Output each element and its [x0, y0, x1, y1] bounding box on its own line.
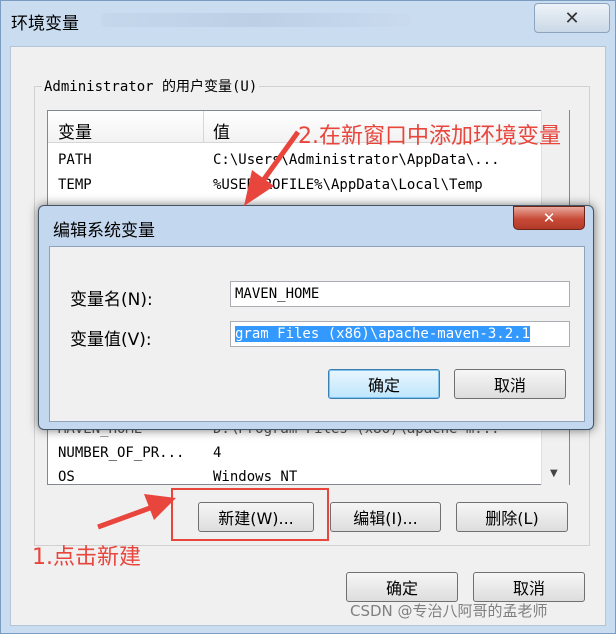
annotation-step1: 1.点击新建	[32, 545, 141, 570]
csdn-watermark: CSDN @专治八阿哥的孟老师	[350, 602, 548, 620]
annotation-step2: 2.在新窗口中添加环境变量	[298, 124, 561, 149]
arrow-to-new-button-icon	[97, 494, 176, 530]
arrow-to-dialog-icon	[244, 130, 301, 206]
